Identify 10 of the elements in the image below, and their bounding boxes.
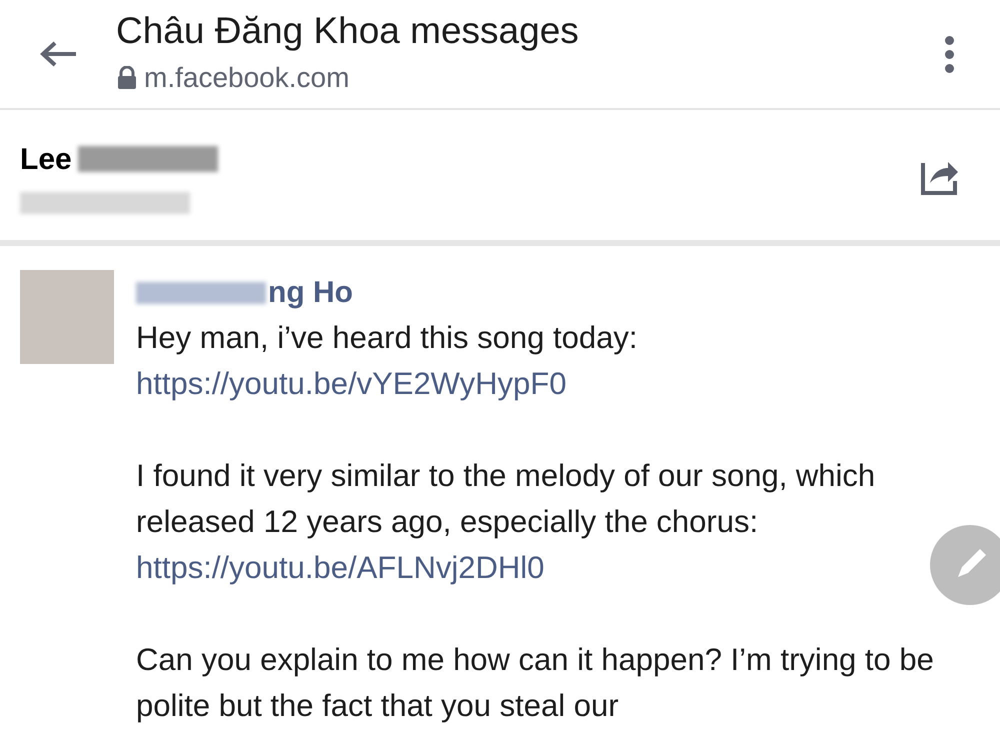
link[interactable]: https://youtu.be/AFLNvj2DHl0	[136, 550, 544, 585]
sender-name: ng Ho	[268, 275, 353, 311]
link[interactable]: https://	[136, 366, 230, 401]
message-paragraph: Can you explain to me how can it happen? I’m trying to be polite but the fact that you steal our	[136, 641, 935, 725]
lock-icon	[116, 66, 138, 90]
url-text: m.facebook.com	[144, 61, 350, 95]
message-paragraph: Hey man, i’ve heard this song today: https://youtu.be/vYE2WyHypF0	[136, 319, 638, 403]
page-title: Châu Đăng Khoa messages	[116, 9, 580, 53]
link[interactable]: youtu.be/vYE2WyHypF0	[229, 366, 566, 401]
contact-name: Lee	[20, 142, 72, 178]
